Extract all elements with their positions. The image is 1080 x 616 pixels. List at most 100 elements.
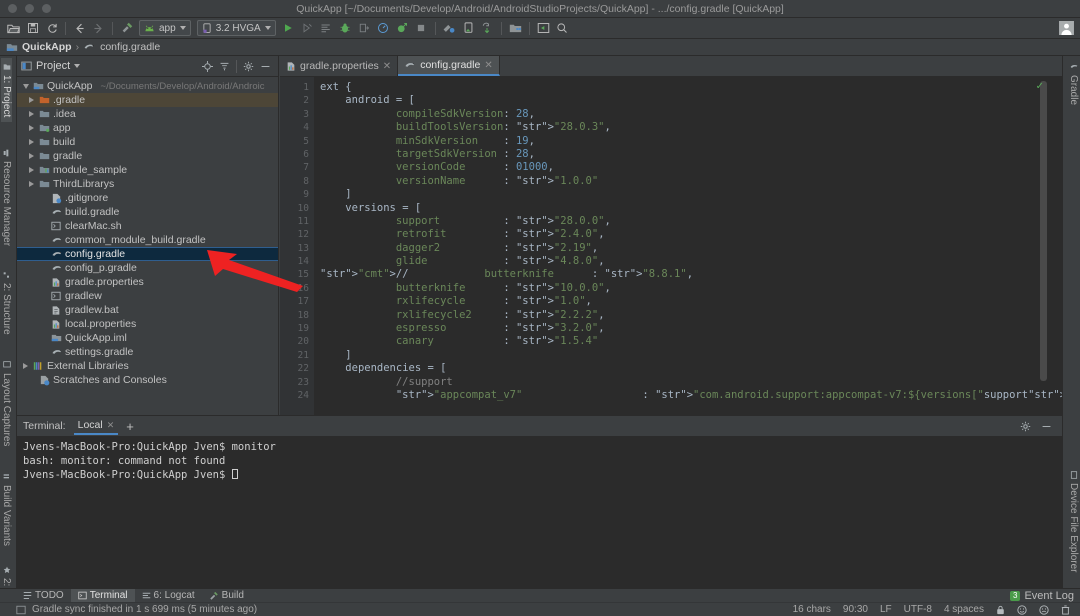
chevron-right-icon[interactable] (27, 97, 36, 103)
build-hammer-icon[interactable] (117, 19, 136, 38)
attach-debugger-icon[interactable] (298, 19, 317, 38)
sdk-manager-icon[interactable] (440, 19, 459, 38)
debug-icon[interactable] (336, 19, 355, 38)
module-selector[interactable]: app (139, 20, 191, 36)
breadcrumb-file[interactable]: config.gradle (100, 41, 160, 53)
event-log-area[interactable]: 3 Event Log (1010, 590, 1080, 602)
tree-item[interactable]: common_module_build.gradle (17, 233, 278, 247)
status-line-separator[interactable]: LF (880, 604, 892, 615)
save-all-icon[interactable] (23, 19, 42, 38)
locate-target-icon[interactable] (202, 60, 213, 72)
logcat-icon[interactable] (317, 19, 336, 38)
open-folder-icon[interactable] (4, 19, 23, 38)
sidebar-item-layout-captures[interactable]: Layout Captures (1, 356, 12, 451)
bottom-tab-build[interactable]: Build (202, 589, 251, 603)
step-over-icon[interactable] (355, 19, 374, 38)
chevron-right-icon[interactable] (21, 363, 30, 369)
user-avatar-icon[interactable] (1057, 19, 1076, 38)
chevron-down-icon-project[interactable] (74, 64, 81, 68)
terminal-output[interactable]: Jvens-MacBook-Pro:QuickApp Jven$ monitor… (17, 436, 1062, 590)
chevron-right-icon[interactable] (27, 153, 36, 159)
status-caret-position[interactable]: 90:30 (843, 604, 868, 615)
tree-item[interactable]: settings.gradle (17, 345, 278, 359)
collapse-all-icon[interactable] (219, 61, 230, 72)
lock-icon[interactable] (996, 605, 1005, 615)
trash-icon[interactable] (1061, 604, 1070, 615)
sad-face-icon[interactable] (1039, 604, 1049, 615)
device-selector[interactable]: 3.2 HVGA (196, 20, 276, 36)
chevron-right-icon[interactable] (27, 139, 36, 145)
tree-item[interactable]: build.gradle (17, 205, 278, 219)
tree-item[interactable]: local.properties (17, 317, 278, 331)
search-icon[interactable] (553, 19, 572, 38)
close-icon[interactable]: ✕ (107, 420, 115, 431)
chevron-right-icon[interactable] (21, 83, 30, 89)
breadcrumb-project[interactable]: QuickApp (22, 41, 72, 53)
terminal-tab-local[interactable]: Local ✕ (73, 417, 119, 435)
layout-inspector-icon[interactable] (534, 19, 553, 38)
bottom-tab-todo[interactable]: TODO (16, 589, 71, 603)
tree-item[interactable]: app (17, 121, 278, 135)
profiler-icon[interactable] (374, 19, 393, 38)
chevron-right-icon[interactable] (27, 167, 36, 173)
status-encoding[interactable]: UTF-8 (904, 604, 932, 615)
tree-item[interactable]: config.gradle (17, 247, 278, 261)
new-terminal-tab-button[interactable]: + (126, 420, 134, 433)
close-icon[interactable]: ✕ (383, 61, 391, 72)
tree-item[interactable]: gradlew.bat (17, 303, 278, 317)
tree-item[interactable]: gradlew (17, 289, 278, 303)
no-errors-check-icon[interactable]: ✓ (1036, 81, 1044, 92)
tree-item[interactable]: Scratches and Consoles (17, 373, 278, 387)
status-indent[interactable]: 4 spaces (944, 604, 984, 615)
maximize-window-button[interactable] (42, 4, 51, 13)
tree-item[interactable]: .gitignore (17, 191, 278, 205)
chevron-right-icon[interactable] (27, 125, 36, 131)
tree-item[interactable]: clearMac.sh (17, 219, 278, 233)
hide-minus-icon-terminal[interactable] (1041, 421, 1052, 432)
happy-face-icon[interactable] (1017, 604, 1027, 615)
tree-item[interactable]: gradle.properties (17, 275, 278, 289)
sidebar-item-gradle[interactable]: Gradle (1068, 58, 1079, 110)
forward-arrow-icon[interactable] (89, 19, 108, 38)
close-icon[interactable]: ✕ (484, 60, 492, 71)
hide-minus-icon[interactable] (260, 61, 271, 72)
window-controls[interactable] (0, 4, 51, 13)
tree-item[interactable]: .gradle (17, 93, 278, 107)
scrollbar-thumb[interactable] (1040, 81, 1047, 381)
tree-item[interactable]: ThirdLibrarys (17, 177, 278, 191)
sidebar-item-project[interactable]: 1: Project (1, 58, 12, 123)
code-line: android = [ (345, 94, 415, 107)
tree-item[interactable]: module_sample (17, 163, 278, 177)
editor-tab-bar[interactable]: gradle.properties ✕ config.gradle ✕ (280, 56, 1062, 77)
tree-item[interactable]: QuickApp.iml (17, 331, 278, 345)
sidebar-item-build-variants[interactable]: Build Variants (1, 468, 12, 551)
editor-tab[interactable]: config.gradle ✕ (398, 56, 500, 76)
settings-gear-icon-terminal[interactable] (1020, 421, 1031, 432)
tree-item[interactable]: QuickApp ~/Documents/Develop/Android/Andr… (17, 79, 278, 93)
sync-gradle-icon[interactable] (478, 19, 497, 38)
back-arrow-icon[interactable] (70, 19, 89, 38)
apply-changes-icon[interactable] (393, 19, 412, 38)
bottom-tab-terminal[interactable]: Terminal (70, 588, 135, 603)
minimize-window-button[interactable] (25, 4, 34, 13)
run-icon[interactable] (279, 19, 298, 38)
tree-item[interactable]: gradle (17, 149, 278, 163)
tree-item[interactable]: config_p.gradle (17, 261, 278, 275)
avd-manager-icon[interactable] (459, 19, 478, 38)
sidebar-item-resource-manager[interactable]: Resource Manager (1, 144, 12, 251)
chevron-right-icon[interactable] (27, 111, 36, 117)
sidebar-item-structure[interactable]: 2: Structure (1, 266, 12, 340)
chevron-right-icon[interactable] (27, 181, 36, 187)
bottom-tab-logcat[interactable]: 6: Logcat (135, 589, 202, 603)
event-log-label[interactable]: Event Log (1024, 590, 1074, 602)
sidebar-item-device-file-explorer[interactable]: Device File Explorer (1068, 466, 1079, 577)
editor-tab[interactable]: gradle.properties ✕ (280, 56, 399, 76)
project-structure-icon[interactable] (506, 19, 525, 38)
close-window-button[interactable] (8, 4, 17, 13)
settings-gear-icon[interactable] (243, 61, 254, 72)
tree-item[interactable]: External Libraries (17, 359, 278, 373)
stop-icon[interactable] (412, 19, 431, 38)
sync-icon[interactable] (42, 19, 61, 38)
tree-item[interactable]: build (17, 135, 278, 149)
tree-item[interactable]: .idea (17, 107, 278, 121)
